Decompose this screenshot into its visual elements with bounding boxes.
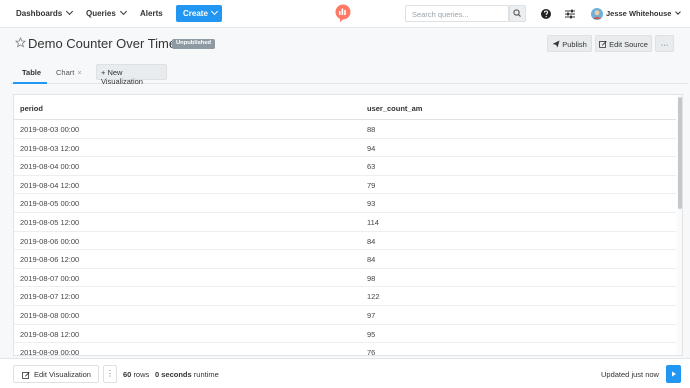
- create-label: Create: [183, 9, 208, 18]
- search-icon: [513, 9, 521, 17]
- status-badge: Unpublished: [172, 39, 216, 49]
- scrollbar-thumb[interactable]: [678, 97, 682, 209]
- execute-button[interactable]: [666, 365, 681, 383]
- settings-sliders-icon[interactable]: [564, 8, 576, 20]
- cell-period: 2019-08-03 12:00: [20, 143, 80, 153]
- user-name: Jesse Whitehouse: [606, 9, 672, 18]
- publish-button[interactable]: Publish: [547, 35, 592, 52]
- nav-queries-label: Queries: [86, 9, 116, 18]
- create-button[interactable]: Create: [176, 5, 222, 22]
- close-icon[interactable]: ×: [77, 68, 81, 77]
- cell-period: 2019-08-04 00:00: [20, 162, 80, 172]
- table-row: 2019-08-08 12:00 95: [14, 325, 676, 344]
- row-count-value: 60: [123, 370, 132, 379]
- nav-alerts[interactable]: Alerts: [140, 9, 163, 18]
- table-header: period user_count_am: [14, 95, 676, 120]
- cell-period: 2019-08-08 12:00: [20, 329, 80, 339]
- active-tab-indicator: [13, 82, 47, 84]
- cell-user-count: 95: [367, 329, 376, 339]
- chevron-down-icon: [210, 7, 218, 16]
- cell-user-count: 84: [367, 236, 376, 246]
- tab-chart[interactable]: Chart ×: [56, 68, 82, 77]
- updated-status: Updated just now: [601, 370, 659, 379]
- chevron-down-icon: [119, 7, 127, 16]
- publish-label: Publish: [562, 40, 587, 49]
- nav-queries[interactable]: Queries: [86, 7, 127, 18]
- cell-period: 2019-08-05 12:00: [20, 218, 80, 227]
- cell-user-count: 114: [367, 218, 379, 227]
- cell-user-count: 94: [367, 143, 376, 153]
- page-title[interactable]: Demo Counter Over Time: [28, 36, 176, 51]
- results-table: period user_count_am 2019-08-03 00:00 88 2…: [13, 94, 683, 356]
- column-header-period[interactable]: period: [20, 104, 43, 113]
- cell-user-count: 97: [367, 311, 376, 320]
- row-count: 60 rows: [123, 370, 149, 379]
- edit-source-label: Edit Source: [609, 40, 648, 49]
- cell-period: 2019-08-05 00:00: [20, 199, 80, 209]
- favorite-star-icon[interactable]: [15, 37, 26, 48]
- new-visualization-button[interactable]: + New Visualization: [96, 64, 167, 86]
- cell-user-count: 76: [367, 348, 376, 356]
- runtime-label: runtime: [193, 370, 219, 379]
- table-row: 2019-08-06 00:00 84: [14, 232, 676, 251]
- cell-period: 2019-08-07 00:00: [20, 273, 80, 283]
- row-count-label: rows: [133, 370, 150, 379]
- search-placeholder: Search queries...: [412, 10, 469, 19]
- search-input[interactable]: Search queries...: [405, 5, 509, 22]
- cell-user-count: 63: [367, 162, 376, 172]
- table-row: 2019-08-05 12:00 114: [14, 213, 676, 232]
- chevron-down-icon: [66, 7, 74, 16]
- column-header-user-count[interactable]: user_count_am: [367, 104, 422, 113]
- cell-user-count: 98: [367, 273, 376, 283]
- runtime-value: 0 seconds: [155, 370, 192, 379]
- cell-user-count: 88: [367, 125, 376, 134]
- cell-user-count: 79: [367, 180, 376, 190]
- table-row: 2019-08-07 12:00 122: [14, 287, 676, 306]
- table-row: 2019-08-08 00:00 97: [14, 306, 676, 325]
- cell-period: 2019-08-08 00:00: [20, 311, 80, 320]
- table-row: 2019-08-05 00:00 93: [14, 194, 676, 213]
- cell-period: 2019-08-07 12:00: [20, 292, 80, 302]
- cell-user-count: 93: [367, 199, 376, 209]
- cell-period: 2019-08-06 12:00: [20, 255, 80, 265]
- edit-source-button[interactable]: Edit Source: [595, 35, 652, 52]
- cell-period: 2019-08-09 00:00: [20, 348, 80, 356]
- cell-period: 2019-08-04 12:00: [20, 180, 80, 190]
- edit-icon: [22, 371, 30, 379]
- table-row: 2019-08-07 00:00 98: [14, 269, 676, 288]
- cell-period: 2019-08-06 00:00: [20, 236, 80, 246]
- table-row: 2019-08-04 12:00 79: [14, 176, 676, 195]
- user-menu[interactable]: Jesse Whitehouse: [606, 9, 682, 18]
- cell-period: 2019-08-03 00:00: [20, 125, 80, 134]
- runtime: 0 seconds runtime: [155, 370, 219, 379]
- edit-visualization-label: Edit Visualization: [34, 370, 91, 379]
- help-icon[interactable]: [540, 8, 552, 20]
- nav-dashboards-label: Dashboards: [16, 9, 63, 18]
- nav-dashboards[interactable]: Dashboards: [16, 7, 74, 18]
- footer-bar: Edit Visualization ⋮ 60 rows 0 seconds r…: [0, 358, 690, 388]
- top-navbar: Dashboards Queries Alerts Create Search …: [0, 0, 690, 28]
- table-row: 2019-08-06 12:00 84: [14, 250, 676, 269]
- paper-plane-icon: [552, 40, 560, 48]
- table-row: 2019-08-03 12:00 94: [14, 139, 676, 158]
- visualization-menu-button[interactable]: ⋮: [103, 365, 117, 383]
- search-button[interactable]: [509, 5, 526, 22]
- edit-icon: [599, 40, 607, 48]
- redash-logo-icon[interactable]: [334, 4, 352, 22]
- chevron-down-icon: [675, 9, 682, 15]
- avatar[interactable]: [591, 8, 603, 20]
- play-icon: [672, 371, 676, 377]
- more-options-button[interactable]: ···: [655, 35, 674, 52]
- tab-table[interactable]: Table: [22, 68, 41, 77]
- cell-user-count: 84: [367, 255, 376, 265]
- tab-chart-label: Chart: [56, 68, 75, 77]
- table-row: 2019-08-03 00:00 88: [14, 120, 676, 139]
- table-row: 2019-08-09 00:00 76: [14, 343, 676, 356]
- edit-visualization-button[interactable]: Edit Visualization: [13, 365, 99, 383]
- table-row: 2019-08-04 00:00 63: [14, 157, 676, 176]
- cell-user-count: 122: [367, 292, 380, 302]
